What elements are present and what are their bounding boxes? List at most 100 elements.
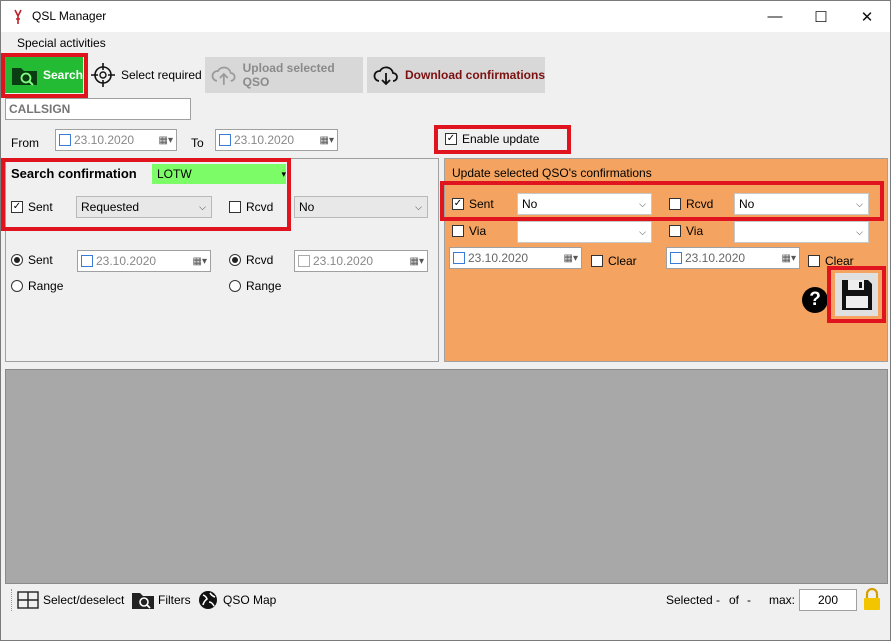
clear-label: Clear	[608, 254, 637, 268]
from-date-checkbox[interactable]	[59, 134, 71, 146]
update-sent-value: No	[522, 197, 538, 211]
calendar-icon[interactable]: ▦▾	[410, 256, 427, 267]
status-grip	[11, 589, 13, 611]
update-sent-label: Sent	[469, 197, 494, 211]
select-deselect-button[interactable]: Select/deselect	[17, 591, 124, 609]
update-date-value: 23.10.2020	[685, 251, 746, 265]
chevron-down-icon: ⌵	[856, 226, 863, 237]
calendar-icon[interactable]: ▦▾	[320, 135, 337, 146]
enable-update-check[interactable]: ✓	[445, 133, 457, 145]
update-via-select-1[interactable]: ⌵	[517, 221, 652, 243]
update-sent-select[interactable]: No ⌵	[517, 193, 652, 215]
enable-update-label: Enable update	[462, 132, 540, 146]
maximize-button[interactable]: ☐	[798, 1, 844, 32]
search-rcvd-value: No	[299, 200, 315, 214]
folder-search-icon	[11, 68, 37, 86]
filters-button[interactable]: Filters	[131, 589, 191, 611]
update-rcvd-value: No	[739, 197, 755, 211]
sent-radio-button[interactable]	[11, 254, 23, 266]
clear-check[interactable]	[591, 255, 603, 267]
qso-map-button[interactable]: QSO Map	[198, 590, 276, 610]
upload-selected-qso-button[interactable]: Upload selected QSO	[205, 57, 363, 93]
update-rcvd-check[interactable]	[669, 198, 681, 210]
close-button[interactable]: ✕	[844, 1, 890, 32]
update-rcvd-label: Rcvd	[686, 197, 714, 211]
update-date-picker-1[interactable]: 23.10.2020 ▦▾	[449, 247, 582, 269]
update-date-picker-2[interactable]: 23.10.2020 ▦▾	[666, 247, 800, 269]
select-required-button[interactable]: Select required	[89, 57, 202, 93]
from-label: From	[11, 136, 39, 150]
calendar-icon[interactable]: ▦▾	[782, 253, 799, 264]
sent-radio-label: Sent	[28, 253, 53, 267]
to-date-checkbox[interactable]	[219, 134, 231, 146]
to-date-picker[interactable]: 23.10.2020 ▦▾	[215, 129, 338, 151]
qsl-manager-window: QSL Manager — ☐ ✕ Special activities Sea…	[0, 0, 891, 641]
sent-date-picker[interactable]: 23.10.2020 ▦▾	[77, 250, 211, 272]
max-input[interactable]	[799, 589, 857, 611]
via-label: Via	[469, 224, 487, 238]
search-rcvd-label: Rcvd	[246, 200, 274, 214]
download-confirmations-button[interactable]: Download confirmations	[367, 57, 545, 93]
update-via-checkbox-1[interactable]: Via	[452, 224, 486, 238]
chevron-down-icon: ⌵	[639, 226, 646, 237]
search-rcvd-checkbox[interactable]: Rcvd	[229, 200, 273, 214]
selected-count: -	[716, 593, 720, 607]
app-icon	[14, 9, 22, 24]
save-button[interactable]	[835, 273, 878, 316]
update-sent-checkbox[interactable]: ✓ Sent	[452, 197, 494, 211]
search-button[interactable]: Search	[5, 57, 83, 93]
sent-date-checkbox[interactable]	[81, 255, 93, 267]
search-label: Search	[42, 68, 83, 82]
update-date-checkbox[interactable]	[453, 252, 465, 264]
qso-grid[interactable]	[5, 369, 888, 584]
grid-select-icon	[17, 591, 39, 609]
callsign-input[interactable]	[5, 98, 191, 120]
rcvd-range-radio[interactable]: Range	[229, 279, 281, 293]
lock-icon[interactable]	[863, 587, 881, 611]
download-label: Download confirmations	[405, 68, 546, 82]
update-via-select-2[interactable]: ⌵	[734, 221, 869, 243]
range-radio-button[interactable]	[229, 280, 241, 292]
rcvd-date-radio[interactable]: Rcvd	[229, 253, 273, 267]
update-sent-check[interactable]: ✓	[452, 198, 464, 210]
search-rcvd-select[interactable]: No ⌵	[294, 196, 428, 218]
filters-label: Filters	[158, 593, 191, 607]
crosshair-icon	[91, 63, 115, 87]
update-via-checkbox-2[interactable]: Via	[669, 224, 703, 238]
rcvd-radio-button[interactable]	[229, 254, 241, 266]
clear-check[interactable]	[808, 255, 820, 267]
enable-update-checkbox[interactable]: ✓ Enable update	[445, 132, 539, 146]
calendar-icon[interactable]: ▦▾	[193, 256, 210, 267]
max-label: max:	[769, 593, 796, 607]
update-date-value: 23.10.2020	[468, 251, 529, 265]
search-rcvd-check[interactable]	[229, 201, 241, 213]
minimize-button[interactable]: —	[752, 1, 798, 32]
help-icon[interactable]: ?	[802, 287, 828, 313]
select-required-label: Select required	[121, 68, 202, 82]
calendar-icon[interactable]: ▦▾	[159, 135, 176, 146]
total-count: -	[747, 593, 751, 607]
sent-range-radio[interactable]: Range	[11, 279, 63, 293]
range-radio-button[interactable]	[11, 280, 23, 292]
from-date-picker[interactable]: 23.10.2020 ▦▾	[55, 129, 177, 151]
qso-map-label: QSO Map	[223, 593, 277, 607]
cloud-download-icon	[373, 66, 398, 86]
update-confirmation-title: Update selected QSO's confirmations	[452, 166, 652, 180]
update-rcvd-checkbox[interactable]: Rcvd	[669, 197, 713, 211]
rcvd-date-checkbox[interactable]	[298, 255, 310, 267]
rcvd-date-picker[interactable]: 23.10.2020 ▦▾	[294, 250, 428, 272]
calendar-icon[interactable]: ▦▾	[564, 253, 581, 264]
via-check[interactable]	[669, 225, 681, 237]
menu-special-activities[interactable]: Special activities	[17, 36, 106, 50]
to-date-value: 23.10.2020	[234, 133, 295, 147]
rcvd-radio-label: Rcvd	[246, 253, 274, 267]
selected-label: Selected	[666, 593, 713, 607]
update-clear-checkbox-1[interactable]: Clear	[591, 254, 637, 268]
upload-label: Upload selected QSO	[242, 61, 335, 89]
update-rcvd-select[interactable]: No ⌵	[734, 193, 869, 215]
of-label: of	[729, 593, 740, 607]
update-date-checkbox[interactable]	[670, 252, 682, 264]
sent-date-radio[interactable]: Sent	[11, 253, 53, 267]
via-check[interactable]	[452, 225, 464, 237]
sent-date-value: 23.10.2020	[96, 254, 157, 268]
